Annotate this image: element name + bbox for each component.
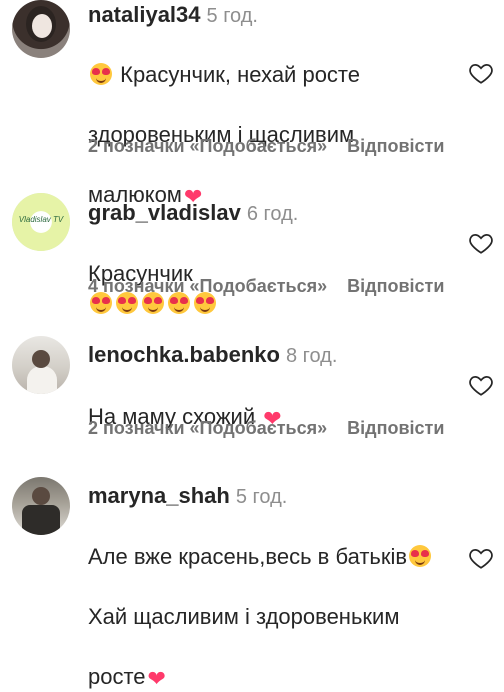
username-text[interactable]: maryna_shah [88, 483, 230, 508]
timestamp: 8 год. [285, 345, 338, 367]
avatar-head [32, 487, 50, 505]
comment-line-1: Красунчик, нехай росте [120, 62, 360, 87]
avatar-figure [22, 505, 60, 535]
comment-line-3: росте [88, 664, 146, 689]
avatar-logo-text: Vladislav TV [18, 215, 64, 224]
avatar[interactable] [12, 0, 70, 58]
timestamp: 5 год. [235, 486, 288, 508]
comment-line-1: Але вже красень,весь в батьків [88, 544, 408, 569]
avatar-head [32, 350, 50, 368]
avatar[interactable] [12, 336, 70, 394]
avatar-figure [27, 366, 57, 394]
username[interactable]: maryna_shah 5 год. [88, 483, 287, 509]
avatar[interactable] [12, 477, 70, 535]
reply-button[interactable]: Відповісти [347, 136, 444, 156]
comment-text: Красунчик [88, 229, 458, 319]
comment-text: Але вже красень,весь в батьків Хай щасли… [88, 512, 458, 692]
username[interactable]: nataliyal34 5 год. [88, 2, 258, 28]
heart-eyes-emoji-icon [90, 63, 112, 85]
username-text[interactable]: grab_vladislav [88, 200, 241, 225]
username-text[interactable]: lenochka.babenko [88, 342, 280, 367]
like-heart-icon[interactable] [468, 60, 494, 86]
timestamp: 6 год. [246, 203, 299, 225]
comment-meta: 4 позначки «Подобається» Відповісти [88, 276, 444, 297]
comment-line-2: Хай щасливим і здоровеньким [88, 604, 400, 629]
likes-count[interactable]: 2 позначки «Подобається» [88, 418, 327, 438]
reply-button[interactable]: Відповісти [347, 418, 444, 438]
heart-eyes-emoji-icon [409, 545, 432, 567]
avatar-face [32, 14, 52, 38]
red-heart-emoji-icon: ❤ [147, 666, 166, 691]
username[interactable]: grab_vladislav 6 год. [88, 200, 298, 226]
comment-meta: 2 позначки «Подобається» Відповісти [88, 136, 444, 157]
reply-button[interactable]: Відповісти [347, 276, 444, 296]
like-heart-icon[interactable] [468, 230, 494, 256]
likes-count[interactable]: 2 позначки «Подобається» [88, 136, 327, 156]
like-heart-icon[interactable] [468, 545, 494, 571]
username[interactable]: lenochka.babenko 8 год. [88, 342, 337, 368]
avatar[interactable]: Vladislav TV [12, 193, 70, 251]
username-text[interactable]: nataliyal34 [88, 2, 201, 27]
timestamp: 5 год. [206, 5, 258, 27]
likes-count[interactable]: 4 позначки «Подобається» [88, 276, 327, 296]
comment-text: Красунчик, нехай росте здоровеньким і ща… [88, 30, 458, 210]
comment-meta: 2 позначки «Подобається» Відповісти [88, 418, 444, 439]
like-heart-icon[interactable] [468, 372, 494, 398]
